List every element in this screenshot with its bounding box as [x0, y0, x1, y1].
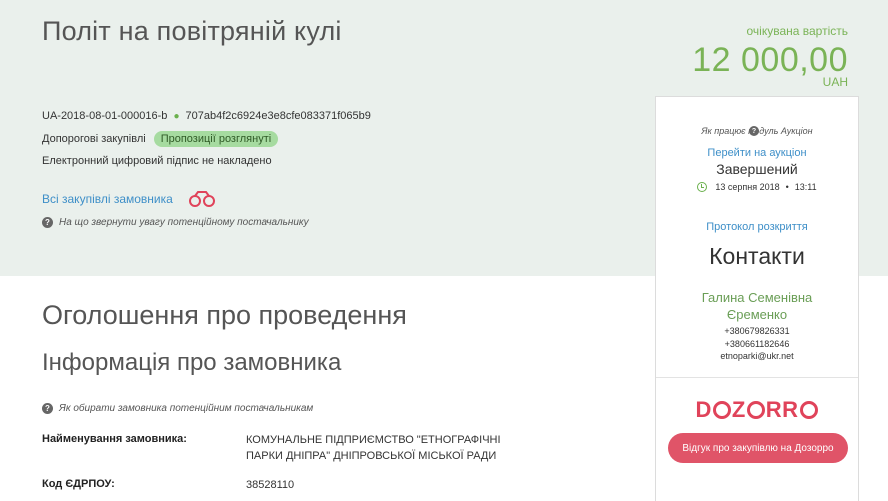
- sidebar-panel: ? Як працює модуль Аукціон Перейти на ау…: [655, 96, 859, 501]
- auction-help[interactable]: ? Як працює модуль Аукціон: [656, 126, 858, 136]
- auction-date: 13 серпня 2018: [715, 182, 780, 192]
- contacts-heading: Контакти: [709, 243, 805, 269]
- auction-datetime: 13 серпня 2018 • 13:11: [656, 182, 858, 192]
- procedure-type: Допорогові закупівлі: [42, 133, 146, 145]
- clock-icon: [697, 182, 708, 192]
- contact-name-text: Галина Семенівна Єременко: [701, 290, 813, 322]
- protocol-link[interactable]: Протокол розкриття: [656, 221, 858, 233]
- tender-title: Політ на повітряній кулі: [42, 16, 342, 46]
- contact-phone-1: +380679826331: [724, 326, 790, 336]
- supplier-hint[interactable]: ? На що звернути увагу потенційному пост…: [42, 217, 309, 228]
- tender-hash: 707ab4f2c6924e3e8cfe083371f065b9: [185, 110, 371, 122]
- auction-status: Завершений: [716, 161, 798, 177]
- dozorro-logo: D Z RR: [656, 397, 858, 423]
- dot-icon: ●: [173, 111, 180, 122]
- contact-name: Галина Семенівна Єременко: [656, 289, 858, 323]
- contact-phone-2: +380661182646: [724, 339, 790, 349]
- question-icon: ?: [749, 126, 759, 136]
- customer-hint-text: Як обирати замовника потенційним постача…: [59, 403, 314, 414]
- tender-id: UA-2018-08-01-000016-b: [42, 110, 168, 122]
- customer-hint[interactable]: ? Як обирати замовника потенційним поста…: [42, 403, 313, 414]
- tender-id-row: UA-2018-08-01-000016-b ● 707ab4f2c6924e3…: [42, 110, 371, 122]
- customer-info-heading: Інформація про замовника: [42, 349, 342, 376]
- all-tenders-link[interactable]: Всі закупівлі замовника: [42, 192, 173, 206]
- status-badge: Пропозиції розглянуті: [153, 131, 279, 147]
- contact-email[interactable]: etnoparki@ukr.net: [656, 351, 858, 361]
- all-tenders-row: Всі закупівлі замовника: [42, 191, 217, 207]
- binoculars-icon[interactable]: [187, 191, 217, 207]
- procedure-row: Допорогові закупівлі Пропозиції розгляну…: [42, 131, 279, 147]
- edrpou-label: Код ЄДРПОУ:: [42, 478, 115, 490]
- price-currency: UAH: [822, 75, 848, 89]
- question-icon: ?: [42, 217, 53, 228]
- dozorro-feedback-button[interactable]: Відгук про закупівлю на Дозорро: [668, 433, 848, 463]
- customer-name-value: КОМУНАЛЬНЕ ПІДПРИЄМСТВО "ЕТНОГРАФІЧНІ ПА…: [246, 434, 501, 462]
- divider: [656, 377, 858, 378]
- question-icon: ?: [42, 403, 53, 414]
- separator-dot: •: [785, 182, 789, 192]
- customer-name-label: Найменування замовника:: [42, 433, 187, 445]
- announcement-heading: Оголошення про проведення: [42, 300, 407, 330]
- go-auction-link[interactable]: Перейти на аукціон: [656, 147, 858, 159]
- auction-time: 13:11: [794, 182, 817, 192]
- edrpou-value: 38528110: [246, 479, 295, 491]
- price-label: очікувана вартість: [746, 24, 849, 38]
- supplier-hint-text: На що звернути увагу потенційному постач…: [59, 217, 309, 228]
- signature-status: Електронний цифровий підпис не накладено: [42, 155, 272, 167]
